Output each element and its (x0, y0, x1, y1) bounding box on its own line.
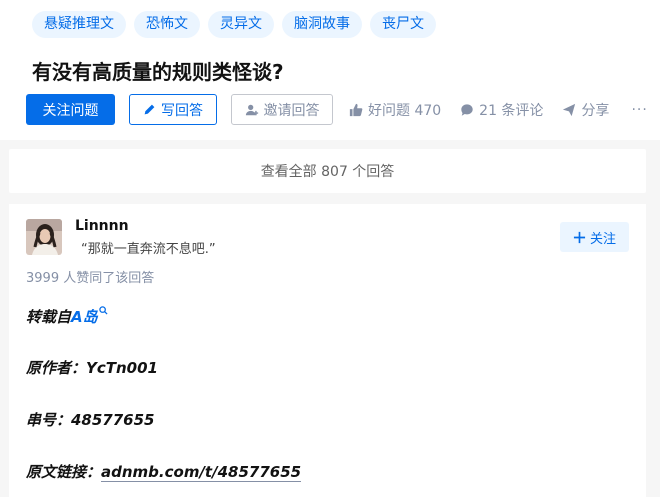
pencil-icon (144, 104, 155, 115)
topic-tag[interactable]: 丧尸文 (370, 11, 436, 38)
good-question-label: 好问题 470 (368, 102, 442, 119)
repost-line: 转载自A岛 (26, 306, 108, 327)
share-button[interactable]: 分享 (562, 100, 609, 120)
add-user-icon (245, 104, 258, 115)
repost-prefix: 转载自 (26, 308, 72, 326)
avatar[interactable] (26, 219, 62, 255)
original-author-line: 原作者：YcTn001 (26, 359, 158, 377)
invite-answer-button[interactable]: 邀请回答 (231, 94, 333, 125)
author-headline: “那就一直奔流不息吧.” (81, 242, 216, 257)
topic-tag[interactable]: 脑洞故事 (282, 11, 362, 38)
question-title[interactable]: 有没有高质量的规则类怪谈? (32, 56, 284, 85)
follow-author-button[interactable]: 关注 (560, 222, 629, 252)
thumbs-up-icon (349, 103, 363, 116)
comments-label: 21 条评论 (479, 102, 544, 119)
source-link[interactable]: adnmb.com/t/48577655 (101, 463, 302, 482)
topic-tag[interactable]: 悬疑推理文 (32, 11, 126, 38)
source-link-label: 原文链接： (26, 463, 102, 481)
serial-number-line: 串号：48577655 (26, 411, 155, 429)
answer-card: Linnnn “那就一直奔流不息吧.” 关注 3999 人赞同了该回答 转载自A… (9, 204, 646, 497)
follow-author-label: 关注 (589, 231, 616, 247)
repost-source-link[interactable]: A岛 (71, 308, 98, 326)
comments-button[interactable]: 21 条评论 (460, 100, 543, 120)
search-icon (98, 306, 108, 315)
source-link-line: 原文链接：adnmb.com/t/48577655 (26, 461, 302, 482)
share-label: 分享 (581, 102, 610, 119)
question-actions: 关注问题 写回答 邀请回答 好问题 470 21 条评论 分享 ··· (26, 94, 648, 125)
question-header: 悬疑推理文 恐怖文 灵异文 脑洞故事 丧尸文 有没有高质量的规则类怪谈? 关注问… (0, 0, 660, 140)
send-icon (563, 103, 576, 116)
topic-tag[interactable]: 恐怖文 (134, 11, 200, 38)
write-answer-label: 写回答 (161, 102, 203, 119)
more-button[interactable]: ··· (631, 102, 647, 118)
invite-answer-label: 邀请回答 (263, 102, 320, 119)
follow-question-button[interactable]: 关注问题 (26, 94, 115, 125)
plus-icon (573, 231, 586, 243)
write-answer-button[interactable]: 写回答 (129, 94, 217, 125)
view-all-answers-button[interactable]: 查看全部 807 个回答 (9, 149, 646, 193)
good-question-button[interactable]: 好问题 470 (349, 100, 441, 120)
voters-count[interactable]: 3999 人赞同了该回答 (26, 267, 154, 286)
avatar-image (26, 219, 62, 255)
comment-icon (461, 103, 473, 116)
topic-tag[interactable]: 灵异文 (208, 11, 274, 38)
topic-tags: 悬疑推理文 恐怖文 灵异文 脑洞故事 丧尸文 (32, 11, 436, 38)
author-name[interactable]: Linnnn (75, 218, 129, 234)
